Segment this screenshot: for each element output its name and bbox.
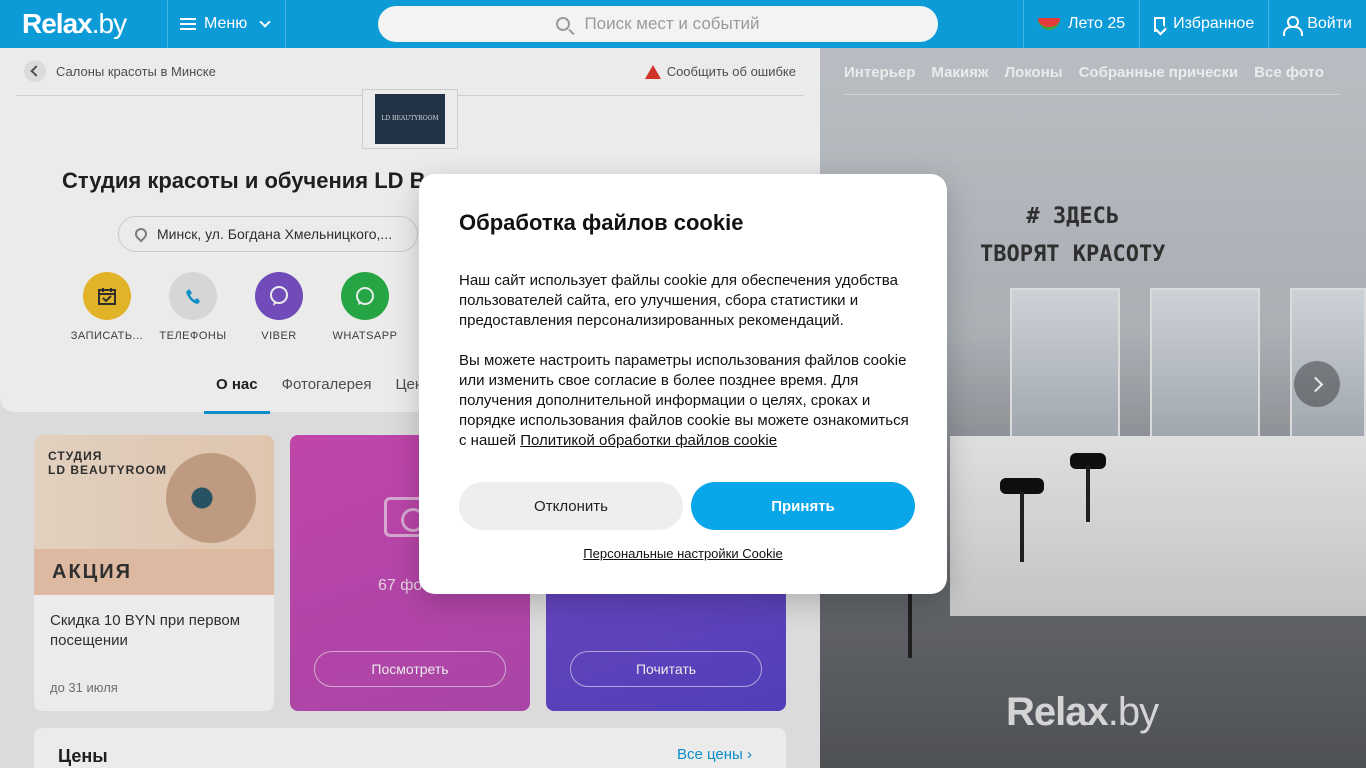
logo-tld: .by (91, 8, 127, 39)
summer-label: Лето 25 (1067, 15, 1126, 32)
search-input[interactable]: Поиск мест и событий (378, 6, 938, 42)
site-logo[interactable]: Relax .by (0, 0, 168, 48)
menu-button[interactable]: Меню (168, 0, 286, 48)
favorites-label: Избранное (1173, 15, 1255, 32)
hamburger-icon (180, 18, 196, 30)
user-icon (1283, 16, 1304, 36)
cookie-title: Обработка файлов cookie (459, 210, 744, 235)
favorites-link[interactable]: Избранное (1139, 0, 1268, 48)
login-link[interactable]: Войти (1268, 0, 1366, 48)
menu-label: Меню (204, 15, 248, 32)
bookmark-icon (1154, 16, 1166, 32)
cookie-text: Наш сайт использует файлы cookie для обе… (459, 271, 919, 451)
cookie-policy-link[interactable]: Политикой обработки файлов cookie (520, 432, 777, 449)
cookie-paragraph-1: Наш сайт использует файлы cookie для обе… (459, 272, 898, 329)
watermelon-icon (1037, 18, 1060, 30)
chevron-down-icon (259, 16, 271, 28)
logo-main: Relax (22, 8, 93, 39)
search-icon (556, 17, 571, 31)
cookie-dialog: Обработка файлов cookie Наш сайт использ… (419, 174, 947, 594)
cookie-paragraph-2: Вы можете настроить параметры использова… (459, 351, 919, 451)
decline-button[interactable]: Отклонить (459, 482, 683, 530)
personal-settings-link[interactable]: Персональные настройки Cookie (419, 546, 947, 561)
login-label: Войти (1307, 15, 1352, 32)
top-header: Relax .by Меню Поиск мест и событий Лето … (0, 0, 1366, 48)
header-right: Лето 25 Избранное Войти (1022, 0, 1366, 48)
accept-button[interactable]: Принять (691, 482, 915, 530)
summer-link[interactable]: Лето 25 (1022, 0, 1139, 48)
search-placeholder: Поиск мест и событий (584, 14, 760, 33)
